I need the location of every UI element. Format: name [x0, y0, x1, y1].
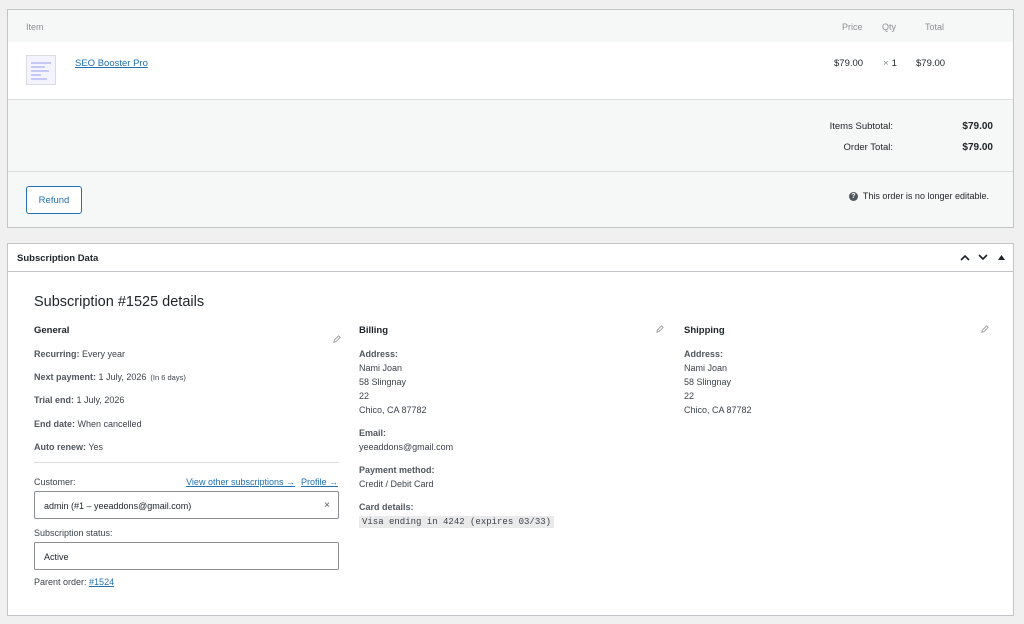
qty-value: 1	[891, 58, 897, 69]
subscription-status-select[interactable]: Active	[34, 542, 339, 570]
billing-heading: Billing	[359, 325, 389, 336]
trial-end-row: Trial end: 1 July, 2026	[34, 395, 124, 405]
billing-email: Email: yeeaddons@gmail.com	[359, 426, 453, 454]
pencil-icon[interactable]	[333, 335, 341, 343]
billing-address-line: Chico, CA 87782	[359, 405, 427, 415]
order-total-label: Order Total:	[843, 142, 893, 153]
recurring-label: Recurring:	[34, 349, 80, 359]
parent-order-label: Parent order:	[34, 577, 87, 587]
not-editable-text: This order is no longer editable.	[862, 191, 989, 201]
product-thumbnail	[26, 55, 56, 85]
parent-order-row: Parent order: #1524	[34, 577, 114, 587]
items-subtotal-label: Items Subtotal:	[829, 121, 893, 132]
card-details-value: Visa ending in 4242 (expires 03/33)	[359, 516, 555, 528]
table-row: SEO Booster Pro $79.00 × 1 $79.00	[8, 42, 1013, 100]
panel-controls	[959, 250, 1007, 264]
order-items-panel: Item Price Qty Total SEO Booster Pro $79…	[7, 9, 1014, 228]
clear-icon[interactable]: ×	[324, 500, 330, 511]
shipping-address: Address: Nami Joan 58 Slingnay 22 Chico,…	[684, 347, 752, 417]
customer-links: View other subscriptions → Profile →	[186, 477, 338, 487]
item-price: $79.00	[834, 58, 864, 69]
shipping-address-line: Nami Joan	[684, 363, 728, 373]
subscription-status-label: Subscription status:	[34, 528, 113, 538]
end-date-row: End date: When cancelled	[34, 419, 142, 429]
payment-method: Payment method: Credit / Debit Card	[359, 463, 435, 491]
billing-address-line: Nami Joan	[359, 363, 403, 373]
not-editable-notice: ? This order is no longer editable.	[848, 191, 989, 201]
billing-email-value: yeeaddons@gmail.com	[359, 442, 454, 452]
general-heading: General	[34, 325, 70, 336]
caret-up-icon[interactable]	[995, 250, 1007, 264]
view-other-subscriptions-link[interactable]: View other subscriptions →	[186, 477, 295, 487]
auto-renew-label: Auto renew:	[34, 442, 87, 452]
shipping-address-line: 58 Slingnay	[684, 377, 732, 387]
auto-renew-row: Auto renew: Yes	[34, 442, 103, 452]
refund-button[interactable]: Refund	[26, 186, 82, 214]
subscription-data-panel: Subscription Data Subscription #1525 det…	[7, 243, 1014, 616]
pencil-icon[interactable]	[981, 325, 989, 333]
panel-header: Subscription Data	[8, 244, 1013, 272]
customer-select[interactable]: admin (#1 – yeeaddons@gmail.com) ×	[34, 491, 339, 519]
recurring-value: Every year	[82, 349, 126, 359]
end-date-label: End date:	[34, 419, 76, 429]
billing-address-line: 58 Slingnay	[359, 377, 407, 387]
next-payment-row: Next payment: 1 July, 2026 (In 6 days)	[34, 372, 186, 382]
item-qty: × 1	[883, 58, 897, 69]
order-total-value: $79.00	[962, 142, 993, 153]
shipping-heading: Shipping	[684, 325, 725, 336]
order-actions: Refund ? This order is no longer editabl…	[8, 172, 1013, 227]
shipping-address-line: Chico, CA 87782	[684, 405, 752, 415]
payment-method-label: Payment method:	[359, 465, 435, 475]
customer-select-value: admin (#1 – yeeaddons@gmail.com)	[44, 501, 192, 511]
card-details: Card details: Visa ending in 4242 (expir…	[359, 500, 555, 529]
panel-title: Subscription Data	[17, 253, 99, 264]
product-link[interactable]: SEO Booster Pro	[75, 58, 148, 69]
next-payment-label: Next payment:	[34, 372, 97, 382]
customer-label: Customer:	[34, 477, 76, 487]
next-payment-value: 1 July, 2026	[98, 372, 147, 382]
recurring-row: Recurring: Every year	[34, 349, 125, 359]
billing-email-label: Email:	[359, 428, 387, 438]
parent-order-link[interactable]: #1524	[89, 577, 114, 587]
subscription-title: Subscription #1525 details	[34, 294, 205, 310]
column-header-price: Price	[842, 22, 863, 32]
pencil-icon[interactable]	[656, 325, 664, 333]
chevron-up-icon[interactable]	[959, 250, 971, 264]
card-details-label: Card details:	[359, 502, 414, 512]
order-totals: Items Subtotal: $79.00 Order Total: $79.…	[8, 100, 1013, 172]
auto-renew-value: Yes	[88, 442, 104, 452]
billing-address: Address: Nami Joan 58 Slingnay 22 Chico,…	[359, 347, 427, 417]
qty-times-symbol: ×	[883, 58, 889, 69]
billing-address-line: 22	[359, 391, 370, 401]
shipping-address-line: 22	[684, 391, 695, 401]
billing-address-label: Address:	[359, 349, 399, 359]
item-total: $79.00	[916, 58, 946, 69]
payment-method-value: Credit / Debit Card	[359, 479, 434, 489]
chevron-down-icon[interactable]	[977, 250, 989, 264]
subscription-status-value: Active	[44, 552, 69, 562]
column-header-qty: Qty	[882, 22, 897, 32]
items-table-header: Item Price Qty Total	[8, 10, 1013, 42]
help-icon[interactable]: ?	[848, 191, 858, 201]
end-date-value: When cancelled	[77, 419, 142, 429]
trial-end-value: 1 July, 2026	[76, 395, 125, 405]
section-divider	[34, 462, 339, 463]
next-payment-note: (In 6 days)	[150, 373, 186, 382]
items-subtotal-value: $79.00	[962, 121, 993, 132]
profile-link[interactable]: Profile →	[301, 477, 338, 487]
trial-end-label: Trial end:	[34, 395, 75, 405]
column-header-total: Total	[925, 22, 945, 32]
column-header-item: Item	[26, 22, 44, 32]
shipping-address-label: Address:	[684, 349, 724, 359]
